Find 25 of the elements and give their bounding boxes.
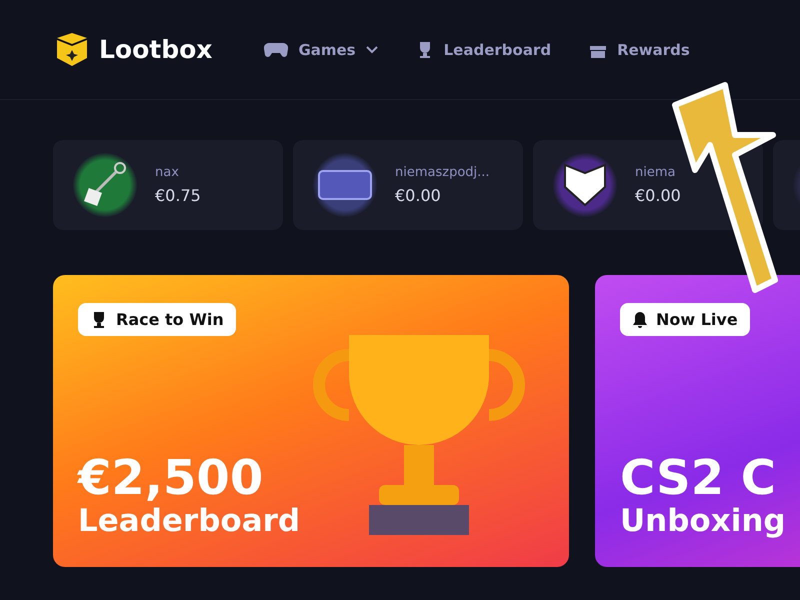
nav-link[interactable]: Rewards [589, 40, 690, 58]
banner-tag: Race to Win [78, 303, 236, 336]
bell-icon [632, 310, 648, 328]
promo-banner[interactable]: Race to Win €2,500 Leaderboard [53, 275, 569, 567]
gamepad-icon [264, 42, 288, 58]
drop-card[interactable]: nax €0.75 [53, 140, 283, 230]
promo-banner[interactable]: Now Live CS2 C Unboxing [595, 275, 800, 567]
banner-title: CS2 C [620, 452, 778, 503]
banner-subtitle: Leaderboard [78, 503, 302, 539]
item-price: €0.00 [635, 186, 681, 205]
item-price: €0.00 [395, 186, 442, 205]
drop-card[interactable]: niemaszpodj... €0.00 [293, 140, 523, 230]
nav-link[interactable]: Leaderboard [416, 40, 552, 58]
banner-tag: Now Live [620, 303, 750, 336]
username: niemaszpodj... [395, 165, 490, 180]
banner-title: €2,500 [78, 452, 264, 503]
banner-subtitle: Unboxing [620, 503, 787, 539]
item-price: €0.75 [155, 186, 201, 205]
shield-icon [562, 162, 608, 208]
ticket-icon [317, 167, 373, 203]
nav-link[interactable]: Games [264, 40, 378, 58]
username: niema [635, 165, 676, 180]
logo-text: Lootbox [99, 35, 212, 64]
chevron-down-icon [366, 46, 378, 54]
username: nax [155, 165, 180, 180]
